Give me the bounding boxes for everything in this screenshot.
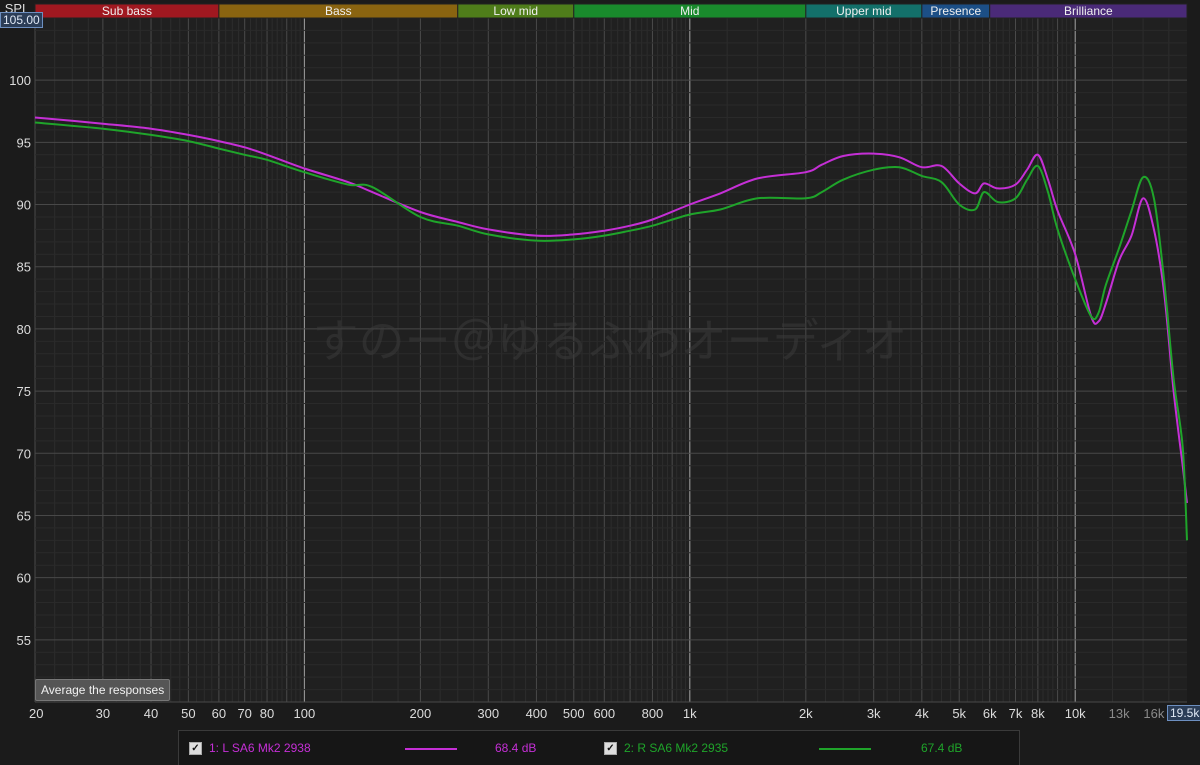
band-label: Sub bass <box>102 4 152 18</box>
x-tick-label: 400 <box>526 706 548 721</box>
x-tick-label: 70 <box>237 706 251 721</box>
average-responses-button[interactable]: Average the responses <box>35 679 171 701</box>
y-tick-label: 55 <box>17 633 31 648</box>
band-label: Bass <box>325 4 352 18</box>
band-label: Upper mid <box>836 4 891 18</box>
xmax-value: 19.5k <box>1170 706 1200 720</box>
frequency-response-chart: Sub bass Bass Low mid Mid Upper mid Presence B… <box>0 0 1200 764</box>
x-tick-label: 600 <box>593 706 615 721</box>
legend-label: 1: L SA6 Mk2 2938 <box>209 741 311 755</box>
x-tick-label: 1k <box>683 706 697 721</box>
x-tick-label: 5k <box>952 706 966 721</box>
x-tick-label: 6k <box>983 706 997 721</box>
x-tick-label: 60 <box>212 706 226 721</box>
ymax-value-box[interactable]: 105.00 <box>0 12 43 28</box>
x-tick-label: 8k <box>1031 706 1045 721</box>
x-tick-label: 800 <box>642 706 664 721</box>
x-tick-label: 100 <box>294 706 316 721</box>
band-label: Brilliance <box>1064 4 1113 18</box>
legend-item-left[interactable]: ✓ 1: L SA6 Mk2 2938 <box>189 731 311 765</box>
checkbox-icon[interactable]: ✓ <box>189 741 202 755</box>
x-tick-label: 30 <box>96 706 110 721</box>
x-tick-label: 2k <box>799 706 813 721</box>
legend: ✓ 1: L SA6 Mk2 2938 68.4 dB ✓ 2: R SA6 M… <box>178 730 1020 765</box>
y-tick-label: 100 <box>9 73 31 88</box>
x-tick-label: 16k <box>1143 706 1164 721</box>
legend-line-swatch <box>819 748 871 750</box>
y-tick-label: 75 <box>17 384 31 399</box>
x-tick-label: 300 <box>477 706 499 721</box>
y-tick-label: 95 <box>17 135 31 150</box>
y-tick-label: 90 <box>17 198 31 213</box>
checkbox-icon[interactable]: ✓ <box>604 741 617 755</box>
y-tick-label: 60 <box>17 571 31 586</box>
x-tick-label: 80 <box>260 706 274 721</box>
band-label: Low mid <box>493 4 538 18</box>
legend-value: 67.4 dB <box>921 741 963 755</box>
x-tick-label: 200 <box>410 706 432 721</box>
y-tick-label: 80 <box>17 322 31 337</box>
ymax-value: 105.00 <box>3 13 40 27</box>
legend-item-right[interactable]: ✓ 2: R SA6 Mk2 2935 <box>604 731 728 765</box>
x-tick-label: 50 <box>181 706 195 721</box>
xmax-value-box[interactable]: 19.5k <box>1167 705 1200 721</box>
x-tick-label: 10k <box>1065 706 1086 721</box>
x-tick-label: 4k <box>915 706 929 721</box>
watermark: すのー＠ゆるふわオーディオ <box>313 314 908 368</box>
x-tick-label: 40 <box>144 706 158 721</box>
band-label: Presence <box>930 4 981 18</box>
legend-value: 68.4 dB <box>495 741 537 755</box>
band-bar: Sub bass Bass Low mid Mid Upper mid Presence B… <box>34 3 1188 19</box>
x-tick-label: 500 <box>563 706 585 721</box>
x-tick-label: 3k <box>867 706 881 721</box>
legend-line-swatch <box>405 748 457 750</box>
x-tick-label: 20 <box>29 706 43 721</box>
y-tick-label: 85 <box>17 260 31 275</box>
y-tick-label: 65 <box>17 508 31 523</box>
y-tick-label: 70 <box>17 446 31 461</box>
x-tick-label: 13k <box>1109 706 1130 721</box>
band-label: Mid <box>680 4 699 18</box>
x-tick-label: 7k <box>1009 706 1023 721</box>
legend-label: 2: R SA6 Mk2 2935 <box>624 741 729 755</box>
